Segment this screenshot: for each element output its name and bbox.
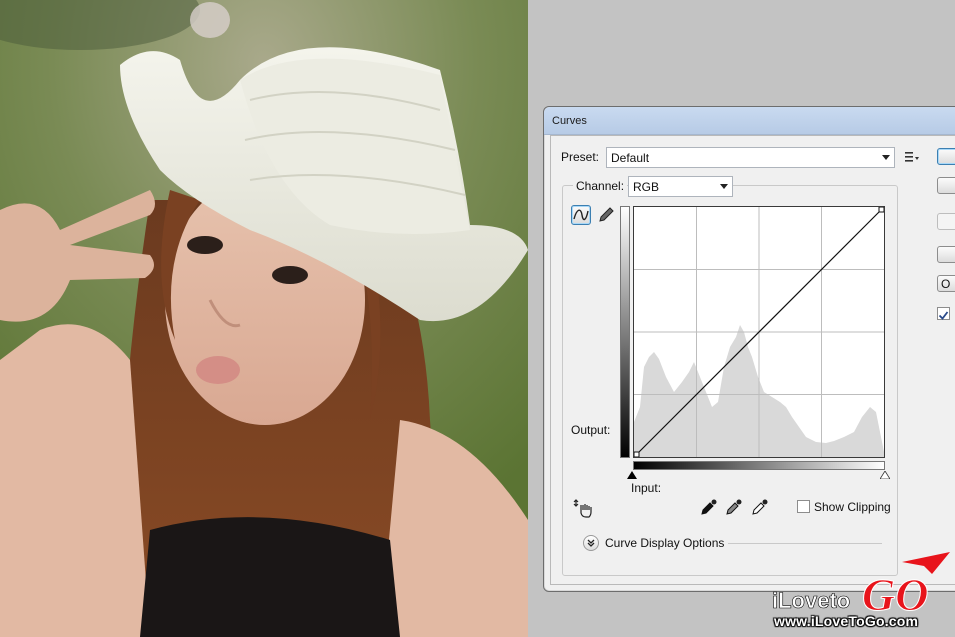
curve-graph[interactable] (633, 206, 885, 458)
dialog-title: Curves (552, 115, 587, 127)
svg-text:GO: GO (862, 569, 928, 612)
curve-graph-svg[interactable] (633, 206, 885, 458)
curve-point-black[interactable] (633, 451, 640, 458)
svg-text:iLoveto: iLoveto (772, 588, 850, 612)
ilovetogo-logo: iLoveto GO (772, 552, 950, 612)
output-gradient-bar (620, 206, 630, 458)
photo-canvas (0, 0, 528, 637)
list-options-icon[interactable] (905, 151, 919, 163)
curve-point-white[interactable] (878, 206, 885, 213)
chevron-down-icon (720, 184, 728, 189)
hand-adjust-icon[interactable] (573, 498, 593, 518)
curve-tool-button[interactable] (571, 205, 591, 225)
smooth-button[interactable] (937, 213, 955, 230)
preset-label: Preset: (561, 150, 600, 164)
options-button[interactable]: O (937, 275, 955, 292)
show-clipping-label: Show Clipping (814, 500, 891, 514)
preset-select[interactable]: Default (606, 147, 895, 168)
black-point-slider[interactable] (627, 471, 637, 479)
preview-checkbox[interactable] (937, 307, 950, 320)
preset-value: Default (611, 151, 650, 165)
cancel-button[interactable] (937, 177, 955, 194)
black-eyedropper-icon[interactable] (700, 498, 718, 516)
display-options-expand-button[interactable] (583, 535, 599, 551)
channel-select[interactable]: RGB (628, 176, 733, 197)
pencil-icon[interactable] (597, 206, 615, 224)
curve-icon (573, 209, 589, 221)
chevron-down-icon (882, 155, 890, 160)
chevron-double-down-icon (587, 539, 595, 547)
ok-button[interactable] (937, 148, 955, 165)
input-gradient-bar (633, 461, 885, 470)
watermark-url: www.iLoveToGo.com (774, 613, 919, 629)
output-label: Output: (571, 423, 611, 437)
dialog-titlebar[interactable]: Curves (544, 107, 955, 135)
channel-value: RGB (633, 180, 660, 194)
gray-eyedropper-icon[interactable] (725, 498, 743, 516)
photo-illustration (0, 0, 528, 637)
checkmark-icon (938, 311, 949, 320)
screen: Curves Preset: Default Channel: RGB Outp… (0, 0, 955, 637)
display-options-label: Curve Display Options (605, 536, 725, 550)
divider (728, 543, 882, 544)
channel-label: Channel: (573, 179, 628, 193)
white-eyedropper-icon[interactable] (751, 498, 769, 516)
white-point-slider[interactable] (880, 471, 890, 479)
show-clipping-checkbox[interactable] (797, 500, 810, 513)
options-button-label: O (941, 277, 951, 291)
auto-button[interactable] (937, 246, 955, 263)
input-label: Input: (631, 481, 662, 495)
